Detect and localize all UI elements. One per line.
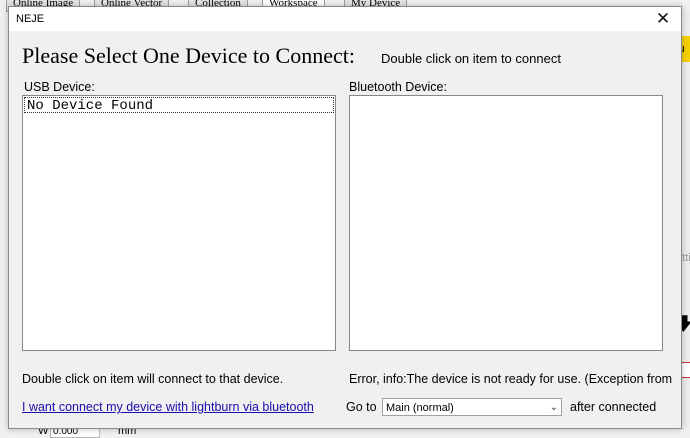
usb-status-text: Double click on item will connect to tha… <box>22 372 284 386</box>
dialog-title: NEJE <box>16 13 45 25</box>
goto-selected-value: Main (normal) <box>386 402 454 414</box>
page-title: Please Select One Device to Connect: <box>22 43 355 68</box>
bluetooth-status-text: Error, info:The device is not ready for … <box>349 372 673 386</box>
connect-hint: Double click on item to connect <box>381 51 561 66</box>
usb-device-list[interactable]: No Device Found <box>22 95 336 351</box>
dialog-titlebar[interactable]: NEJE ✕ <box>9 7 681 31</box>
bluetooth-device-list[interactable] <box>349 95 663 351</box>
goto-label: Go to <box>346 400 377 414</box>
lightburn-bluetooth-link[interactable]: I want connect my device with lightburn … <box>22 400 314 414</box>
goto-select[interactable]: Main (normal) ⌄ <box>382 398 562 416</box>
after-connected-label: after connected <box>570 400 657 414</box>
usb-device-label: USB Device: <box>24 80 95 94</box>
close-button[interactable]: ✕ <box>645 7 681 31</box>
connect-device-dialog: NEJE ✕ Please Select One Device to Conne… <box>8 6 682 429</box>
list-item[interactable]: No Device Found <box>24 97 334 114</box>
bluetooth-device-label: Bluetooth Device: <box>349 80 447 94</box>
chevron-down-icon: ⌄ <box>549 402 558 413</box>
